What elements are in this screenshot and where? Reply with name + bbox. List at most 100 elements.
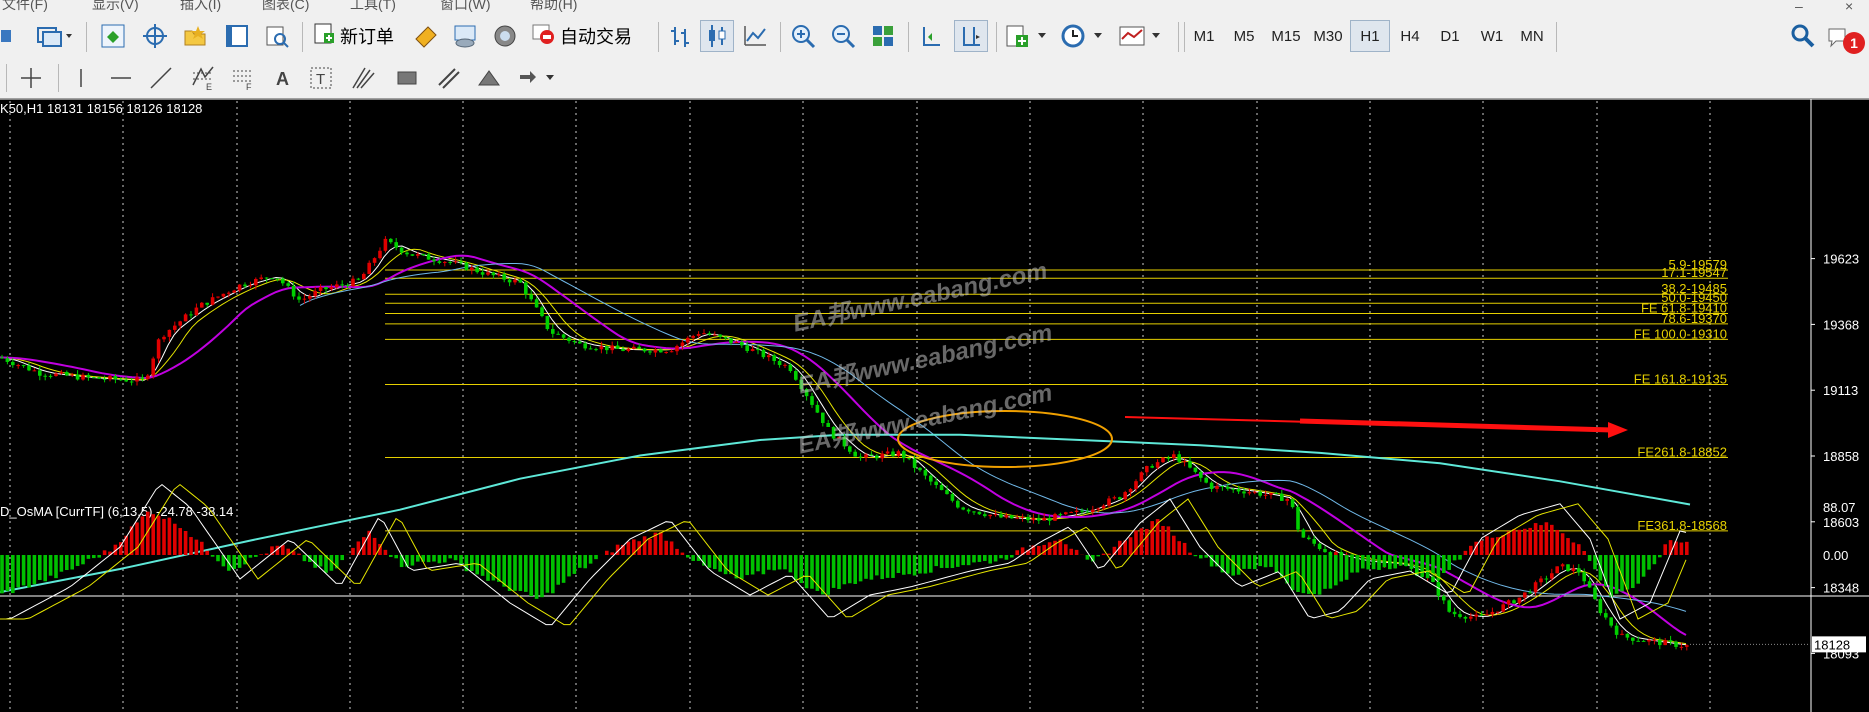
new-chart-icon[interactable] (0, 20, 16, 52)
osma-bar (578, 555, 582, 568)
timeframe-d1[interactable]: D1 (1430, 20, 1470, 52)
menu-help[interactable]: 帮助(H) (530, 0, 577, 14)
menu-charts[interactable]: 图表(C) (262, 0, 309, 14)
profiles-icon[interactable] (32, 20, 76, 52)
osma-bar (1631, 555, 1635, 589)
osma-bar (426, 555, 431, 563)
menu-file[interactable]: 文件(F) (2, 0, 48, 14)
periods-icon[interactable] (1058, 20, 1110, 52)
osma-bar (1096, 555, 1100, 557)
strategy-tester-icon[interactable] (260, 20, 294, 52)
candle-body (853, 451, 857, 457)
osma-bar (1501, 535, 1505, 555)
timeframe-m15[interactable]: M15 (1266, 20, 1306, 52)
osma-bar (156, 515, 161, 555)
candle-body (75, 374, 80, 380)
close-window-icon[interactable]: × (1845, 0, 1853, 14)
menu-tools[interactable]: 工具(T) (350, 0, 396, 14)
autoscroll-icon[interactable] (914, 20, 948, 52)
metaeditor-icon[interactable] (408, 20, 442, 52)
osma-bar (470, 555, 474, 572)
candle-body (788, 364, 793, 372)
osma-bar (43, 555, 47, 582)
bar-chart-icon[interactable] (664, 20, 698, 52)
rectangle-icon[interactable] (390, 62, 424, 94)
trendline-icon[interactable] (146, 62, 176, 94)
zoom-out-icon[interactable] (826, 20, 860, 52)
candle-body (1490, 611, 1495, 615)
candle-body (885, 451, 890, 454)
pitchfork-icon[interactable] (346, 62, 380, 94)
candle-body (1204, 477, 1208, 483)
osma-bar (1485, 536, 1489, 555)
search-icon[interactable] (1786, 20, 1820, 52)
vertical-line-icon[interactable] (66, 62, 96, 94)
chart-window[interactable]: 5.9-19579 17.1-19547 38.2-19485 50.0-19450 F… (0, 99, 1869, 712)
timeframe-m1[interactable]: M1 (1184, 20, 1224, 52)
terminal-icon[interactable] (220, 20, 254, 52)
minimize-icon[interactable]: – (1795, 0, 1803, 14)
osma-bar (610, 552, 614, 555)
osma-bar (1517, 529, 1522, 555)
candlesticks-icon[interactable] (700, 20, 734, 52)
timeframe-m5[interactable]: M5 (1224, 20, 1264, 52)
line-chart-icon[interactable] (738, 20, 772, 52)
candle-body (1096, 508, 1100, 510)
tile-windows-icon[interactable] (866, 20, 900, 52)
osma-bar (1463, 550, 1468, 555)
osma-bar (254, 555, 258, 557)
fibonacci-fan-icon[interactable]: F (226, 62, 260, 94)
timeframe-m30[interactable]: M30 (1306, 20, 1350, 52)
timeframe-mn[interactable]: MN (1512, 20, 1552, 52)
candle-body (621, 348, 625, 351)
new-order-button[interactable]: 新订单 (312, 20, 404, 52)
navigator-icon[interactable] (178, 20, 212, 52)
candle-body (864, 454, 868, 458)
osma-bar (945, 555, 949, 568)
signals-icon[interactable] (448, 20, 482, 52)
menu-insert[interactable]: 插入(I) (180, 0, 221, 14)
candle-body (686, 337, 690, 343)
templates-icon[interactable] (1116, 20, 1168, 52)
market-icon[interactable] (488, 20, 522, 52)
osma-bar (1442, 555, 1446, 573)
market-watch-icon[interactable] (96, 20, 130, 52)
timeframe-h1[interactable]: H1 (1350, 20, 1390, 52)
timeframe-w1[interactable]: W1 (1472, 20, 1512, 52)
candle-body (1560, 564, 1565, 567)
text-label-icon[interactable]: T (306, 62, 336, 94)
timeframe-h4[interactable]: H4 (1390, 20, 1430, 52)
osma-bar (669, 541, 674, 555)
channel-icon[interactable] (432, 62, 466, 94)
candle-body (745, 345, 749, 351)
arrows-icon[interactable] (514, 62, 566, 94)
menu-window[interactable]: 窗口(W) (440, 0, 491, 14)
candle-body (340, 284, 344, 286)
osma-bar (999, 555, 1003, 559)
indicators-icon[interactable] (1002, 20, 1054, 52)
osma-bar (1317, 555, 1322, 595)
auto-trading-button[interactable]: 自动交易 (530, 20, 646, 52)
candle-body (583, 343, 587, 349)
candle-body (956, 500, 960, 508)
fibonacci-expansion-icon[interactable]: E (186, 62, 220, 94)
fib-level-label: FE261.8-18852 (1637, 445, 1727, 460)
text-icon[interactable]: A (268, 62, 298, 94)
candle-body (313, 290, 317, 297)
candle-body (1496, 611, 1500, 613)
data-window-icon[interactable] (138, 20, 172, 52)
candle-body (545, 316, 550, 330)
osma-bar (950, 555, 955, 569)
fib-level-label: 17.1-19547 (1661, 265, 1727, 280)
chart-info-label: K50,H1 18131 18156 18126 18128 (0, 101, 202, 116)
osma-bar (648, 538, 652, 555)
zoom-in-icon[interactable] (786, 20, 820, 52)
horizontal-line-icon[interactable] (106, 62, 136, 94)
auto-trading-label: 自动交易 (560, 27, 632, 47)
crosshair-icon[interactable] (14, 62, 48, 94)
chart-shift-icon[interactable] (954, 20, 988, 52)
svg-text:A: A (276, 69, 289, 89)
fibonacci-levels: 5.9-1957917.1-1954738.2-1948550.0-19450F… (385, 257, 1728, 533)
triangle-icon[interactable] (472, 62, 506, 94)
menu-view[interactable]: 显示(V) (92, 0, 139, 14)
